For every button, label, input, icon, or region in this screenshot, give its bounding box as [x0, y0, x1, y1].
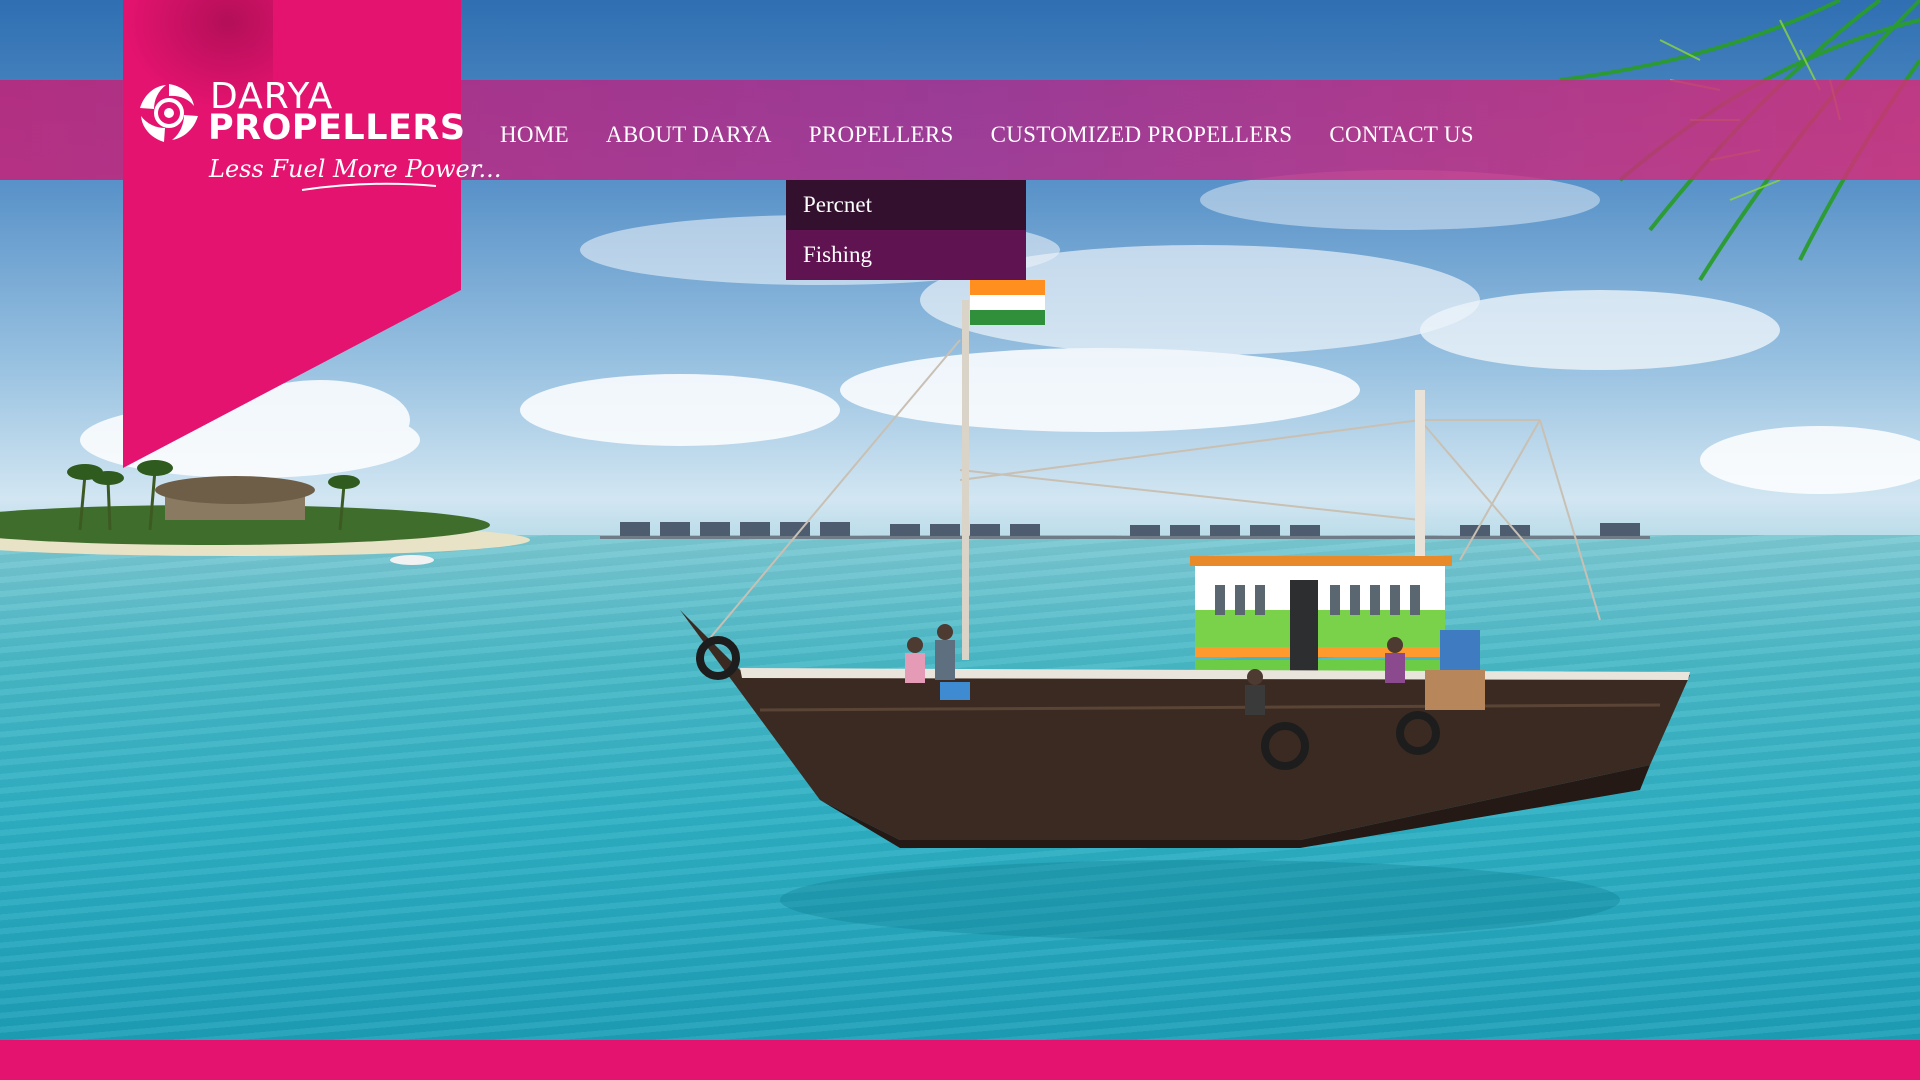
nav-about-darya[interactable]: ABOUT DARYA: [606, 112, 772, 148]
boat-reflection: [780, 860, 1620, 940]
dropdown-item-percnet[interactable]: Percnet: [786, 180, 1026, 230]
propellers-dropdown-menu: Percnet Fishing: [786, 180, 1026, 280]
tagline-underline: [301, 182, 437, 191]
propeller-logo-icon[interactable]: [136, 80, 202, 146]
nav-propellers[interactable]: PROPELLERS: [809, 112, 954, 148]
nav-home[interactable]: HOME: [500, 112, 569, 148]
main-navigation: HOME ABOUT DARYA PROPELLERS CUSTOMIZED P…: [500, 80, 1511, 180]
footer-strip: [0, 1040, 1920, 1080]
nav-contact-us[interactable]: CONTACT US: [1329, 112, 1474, 148]
small-boat: [390, 555, 434, 565]
brand-name-propellers: PROPELLERS: [208, 108, 466, 148]
dropdown-item-fishing[interactable]: Fishing: [786, 230, 1026, 280]
nav-customized-propellers[interactable]: CUSTOMIZED PROPELLERS: [991, 112, 1293, 148]
water-villas: [600, 522, 1650, 539]
